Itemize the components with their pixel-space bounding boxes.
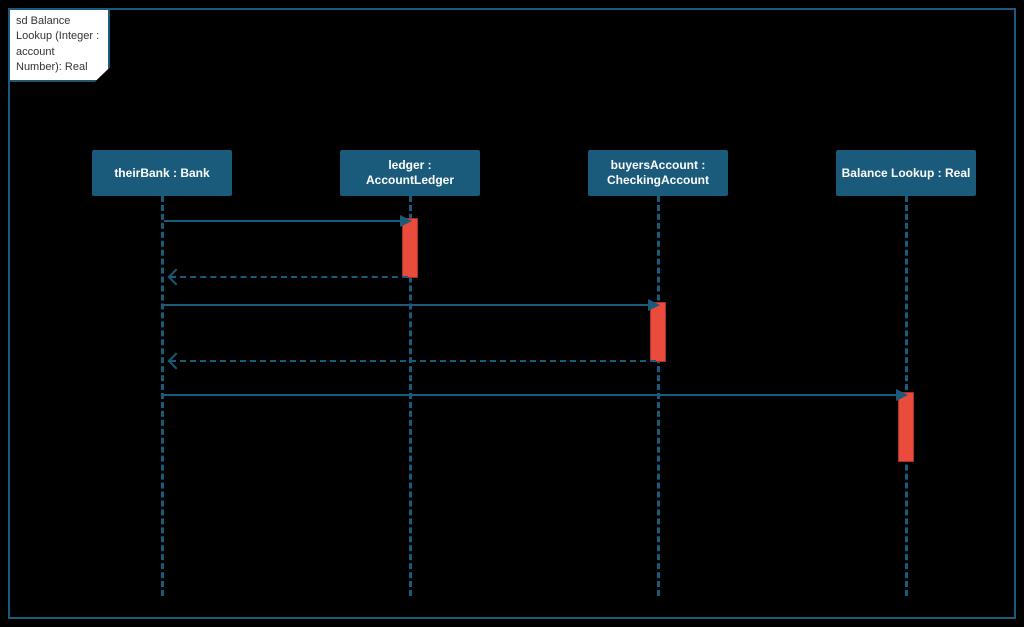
activation-ledger — [402, 218, 418, 278]
frame-label: sd Balance Lookup (Integer : account Num… — [10, 10, 110, 82]
lifeline-bank — [161, 196, 164, 596]
activation-account — [650, 302, 666, 362]
participant-label: theirBank : Bank — [114, 166, 209, 181]
participant-account: buyersAccount : CheckingAccount — [588, 150, 728, 196]
message-3-return — [170, 360, 656, 362]
participant-balance: Balance Lookup : Real — [836, 150, 976, 196]
message-2-call — [164, 304, 650, 306]
message-1-return — [170, 276, 408, 278]
arrowhead-icon — [648, 299, 660, 311]
participant-label: Balance Lookup : Real — [842, 166, 971, 181]
arrowhead-icon — [400, 215, 412, 227]
participant-bank: theirBank : Bank — [92, 150, 232, 196]
participant-ledger: ledger : AccountLedger — [340, 150, 480, 196]
participant-label: ledger : AccountLedger — [344, 158, 476, 188]
activation-balance — [898, 392, 914, 462]
message-0-call — [164, 220, 402, 222]
arrowhead-icon — [896, 389, 908, 401]
message-4-call — [164, 394, 898, 396]
participant-label: buyersAccount : CheckingAccount — [592, 158, 724, 188]
lifeline-account — [657, 196, 660, 596]
sequence-frame: sd Balance Lookup (Integer : account Num… — [8, 8, 1016, 619]
